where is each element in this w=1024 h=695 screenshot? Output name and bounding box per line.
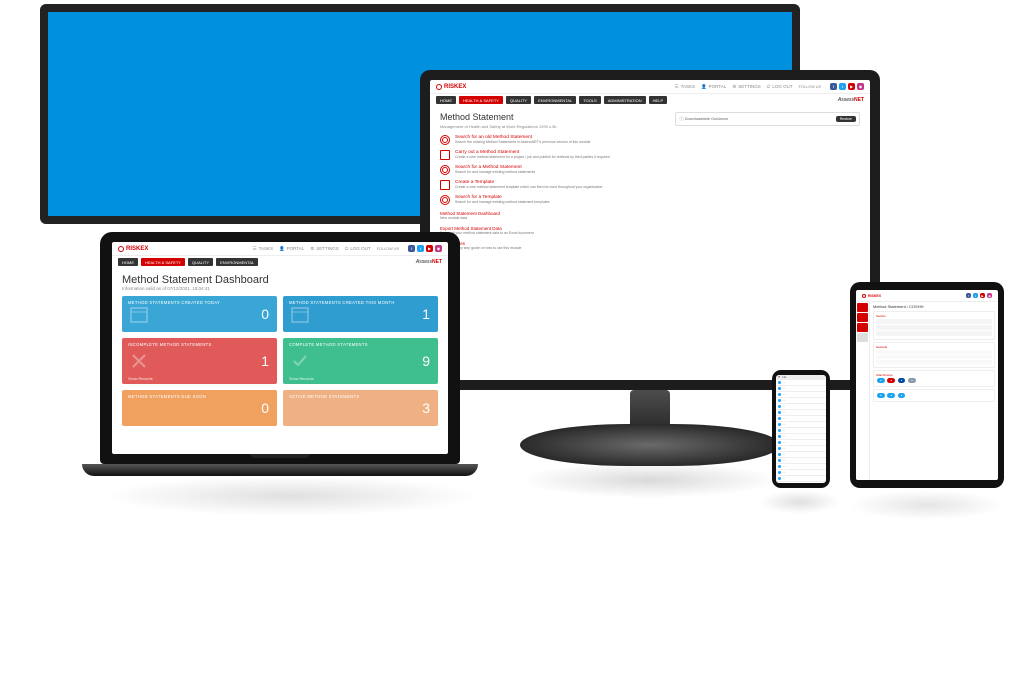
laptop: RISKEX ☰ TASKS 👤 PORTAL ⚙ SETTINGS ⏻ LOG… (100, 232, 460, 516)
sidebar-item[interactable] (857, 323, 868, 332)
link-export[interactable]: Export Method Statement DataExport all y… (440, 226, 661, 235)
nav-tasks[interactable]: ☰ TASKS (675, 84, 695, 90)
brand-text: RISKEX (444, 84, 466, 90)
document-icon (440, 150, 450, 160)
tab-quality[interactable]: QUALITY (506, 96, 531, 104)
chip-icon[interactable]: ● (877, 393, 885, 398)
gear-icon (862, 294, 866, 298)
link-guides[interactable]: User GuidesView a step by step guide on … (440, 241, 661, 250)
download-guidance-panel: ⓘ Downloadable Guidance Restore (675, 112, 860, 126)
tablet-title: Method Statement / COSHH (873, 304, 995, 309)
nav-tasks[interactable]: ☰ TASKS (253, 246, 273, 252)
youtube-icon[interactable]: ▶ (426, 245, 433, 252)
link-dashboard[interactable]: Method Statement DashboardNew module dat… (440, 211, 661, 220)
sidebar-item[interactable] (857, 303, 868, 312)
tab-health-safety[interactable]: HEALTH & SAFETY (141, 258, 185, 266)
tablet: RISKEX f t ▶ ◉ Method Statement / COSHH (850, 282, 1004, 488)
list-item[interactable]: — (776, 482, 826, 483)
brand-logo[interactable]: RISKEX (436, 84, 466, 90)
gear-icon (436, 84, 442, 90)
facebook-icon[interactable]: f (830, 83, 837, 90)
phone: ☰ List — — — — — — — — — — — — — — — — —… (772, 370, 830, 488)
tab-home[interactable]: HOME (118, 258, 138, 266)
dashboard-title: Method Statement Dashboard (122, 274, 438, 286)
tab-tools[interactable]: TOOLS (579, 96, 601, 104)
restore-button[interactable]: Restore (836, 116, 856, 122)
youtube-icon[interactable]: ▶ (980, 293, 985, 298)
chip-icon[interactable]: ● (908, 378, 916, 383)
tab-environmental[interactable]: ENVIRONMENTAL (534, 96, 576, 104)
close-icon (130, 352, 148, 370)
calendar-icon (291, 305, 309, 323)
nav-logout[interactable]: ⏻ LOG OUT (345, 246, 371, 251)
list-item[interactable] (876, 355, 992, 359)
nav-settings[interactable]: ⚙ SETTINGS (310, 246, 339, 252)
page-title: Method Statement (440, 112, 661, 122)
form-section: Section (873, 311, 995, 340)
tab-admin[interactable]: ADMINISTRATION (604, 96, 646, 104)
input-field[interactable] (876, 331, 992, 336)
card-created-today[interactable]: METHOD STATEMENTS CREATED TODAY 0 (122, 296, 277, 332)
nav-logout[interactable]: ⏻ LOG OUT (767, 84, 793, 89)
check-icon (291, 352, 309, 370)
tab-health-safety[interactable]: HEALTH & SAFETY (459, 96, 503, 104)
page-subtitle: Management of Health and Safety at Work … (440, 124, 661, 129)
search-icon (440, 135, 450, 145)
card-active[interactable]: ACTIVE METHOD STATEMENTS 3 (283, 390, 438, 426)
dashboard-subtitle: Information valid as of 07/12/2021, 15:0… (122, 286, 438, 291)
search-icon (440, 195, 450, 205)
menu-item[interactable]: Search for a Method StatementSearch for … (440, 165, 661, 175)
nav-portal[interactable]: 👤 PORTAL (701, 84, 726, 90)
dashboard-cards: METHOD STATEMENTS CREATED TODAY 0 METHOD… (122, 296, 438, 426)
menu-item[interactable]: Search for an old Method StatementSearch… (440, 135, 661, 145)
form-section: Attachments ● ● ● ● (873, 370, 995, 387)
menu-item[interactable]: Search for a TemplateSearch for and mana… (440, 195, 661, 205)
laptop-topbar: RISKEX ☰ TASKS 👤 PORTAL ⚙ SETTINGS ⏻ LOG… (112, 242, 448, 256)
tab-home[interactable]: HOME (436, 96, 456, 104)
card-complete[interactable]: COMPLETE METHOD STATEMENTS 9 Show Record… (283, 338, 438, 384)
card-due-soon[interactable]: METHOD STATEMENTS DUE SOON 0 (122, 390, 277, 426)
facebook-icon[interactable]: f (408, 245, 415, 252)
youtube-icon[interactable]: ▶ (848, 83, 855, 90)
assessnet-logo: AssessNET (838, 97, 864, 103)
tablet-sidebar (856, 302, 870, 480)
menu-item[interactable]: Create a TemplateCreate a new method sta… (440, 180, 661, 190)
input-field[interactable] (876, 325, 992, 330)
input-field[interactable] (876, 319, 992, 324)
calendar-icon (130, 305, 148, 323)
instagram-icon[interactable]: ◉ (857, 83, 864, 90)
chip-icon[interactable]: ● (877, 378, 885, 383)
list-item[interactable] (876, 350, 992, 354)
chip-icon[interactable]: ● (898, 378, 906, 383)
template-icon (440, 180, 450, 190)
gear-icon (118, 246, 124, 252)
card-incomplete[interactable]: INCOMPLETE METHOD STATEMENTS 1 Show Reco… (122, 338, 277, 384)
instagram-icon[interactable]: ◉ (435, 245, 442, 252)
tab-help[interactable]: HELP (649, 96, 667, 104)
search-icon (440, 165, 450, 175)
monitor-topbar: RISKEX ☰ TASKS 👤 PORTAL ⚙ SETTINGS ⏻ LOG… (430, 80, 870, 94)
nav-settings[interactable]: ⚙ SETTINGS (732, 84, 761, 90)
form-section: ● ● ● (873, 389, 995, 402)
twitter-icon[interactable]: t (839, 83, 846, 90)
follow-label: FOLLOW US (799, 85, 821, 89)
menu-item[interactable]: Carry out a Method StatementCreate a new… (440, 150, 661, 160)
nav-portal[interactable]: 👤 PORTAL (279, 246, 304, 252)
chip-icon[interactable]: ● (887, 393, 895, 398)
sidebar-item[interactable] (857, 313, 868, 322)
list-item[interactable] (876, 360, 992, 364)
sidebar-item[interactable] (857, 333, 868, 342)
phone-screen: ☰ List — — — — — — — — — — — — — — — — —… (776, 375, 826, 483)
card-created-month[interactable]: METHOD STATEMENTS CREATED THIS MONTH 1 (283, 296, 438, 332)
twitter-icon[interactable]: t (417, 245, 424, 252)
facebook-icon[interactable]: f (966, 293, 971, 298)
twitter-icon[interactable]: t (973, 293, 978, 298)
instagram-icon[interactable]: ◉ (987, 293, 992, 298)
chip-icon[interactable]: ● (898, 393, 906, 398)
monitor-subnav: HOME HEALTH & SAFETY QUALITY ENVIRONMENT… (430, 94, 870, 106)
form-section: Hazards (873, 342, 995, 368)
chip-icon[interactable]: ● (887, 378, 895, 383)
